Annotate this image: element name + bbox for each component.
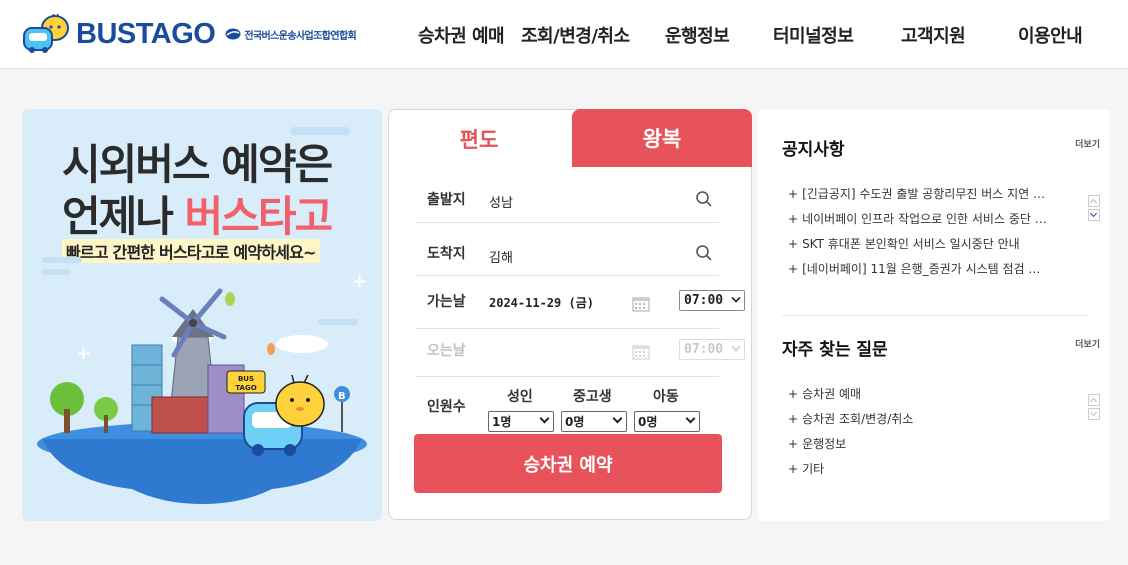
passenger-label: 인원수: [427, 399, 466, 415]
balloon-icon: [267, 343, 275, 355]
adult-count-value: 1명: [492, 415, 512, 429]
site-header: BUSTAGO 전국버스운송사업조합연합회 승차권 예매 조회/변경/취소 운행…: [0, 0, 1128, 69]
arrival-label: 도착지: [427, 246, 466, 262]
go-date-label: 가는날: [427, 294, 466, 310]
nav-ticket-booking[interactable]: 승차권 예매: [418, 22, 505, 48]
svg-text:TAGO: TAGO: [235, 384, 256, 392]
go-time-select[interactable]: 07:00: [679, 290, 745, 311]
association-emblem-icon: [225, 28, 241, 40]
scroll-down-icon[interactable]: [1088, 408, 1100, 420]
search-icon[interactable]: [695, 190, 713, 208]
departure-field[interactable]: 출발지 성남: [415, 170, 719, 223]
bustago-logo[interactable]: BUSTAGO 전국버스운송사업조합연합회: [22, 12, 357, 56]
sparkle-icon: +: [76, 343, 91, 364]
notices-title: 공지사항: [782, 140, 845, 160]
chevron-down-icon: [612, 413, 623, 424]
balloon-icon: [225, 292, 235, 306]
departure-date-field: 가는날 2024-11-29 (금) 07:00: [415, 276, 745, 329]
arrival-field[interactable]: 도착지 김해: [415, 223, 719, 276]
scroll-up-icon[interactable]: [1088, 394, 1100, 406]
departure-value[interactable]: 성남: [489, 192, 513, 211]
adult-label: 성인: [507, 389, 533, 405]
notices-scroll-controls: [1088, 195, 1100, 223]
return-time-value: 07:00: [684, 342, 724, 357]
notice-item[interactable]: + [긴급공지] 수도권 출발 공항리무진 버스 지연 …: [788, 185, 1073, 210]
faq-list: + 승차권 예매 + 승차권 조회/변경/취소 + 운행정보 + 기타: [788, 385, 1073, 485]
notice-item-text: 네이버페이 인프라 작업으로 인한 서비스 중단 …: [802, 212, 1047, 226]
reserve-button[interactable]: 승차권 예약: [414, 434, 722, 493]
faq-item-text: 승차권 예매: [802, 387, 862, 401]
association-logo: 전국버스운송사업조합연합회: [225, 27, 357, 42]
nav-usage-guide[interactable]: 이용안내: [1018, 22, 1083, 48]
info-panel: 공지사항 더보기 + [긴급공지] 수도권 출발 공항리무진 버스 지연 … + 네…: [758, 109, 1110, 521]
tab-round-trip[interactable]: 왕복: [572, 109, 752, 167]
logo-text: BUSTAGO: [76, 17, 216, 50]
nav-route-info[interactable]: 운행정보: [665, 22, 730, 48]
departure-label: 출발지: [427, 192, 466, 208]
student-count-select[interactable]: 0명: [561, 411, 627, 432]
bus-sign-text: BUS: [238, 375, 254, 383]
tab-one-way[interactable]: 편도: [389, 110, 569, 168]
return-time-select[interactable]: 07:00: [679, 339, 745, 360]
faq-item[interactable]: + 승차권 조회/변경/취소: [788, 410, 1073, 435]
child-count-value: 0명: [638, 415, 658, 429]
chevron-down-icon: [731, 293, 741, 303]
bus-mascot-logo-icon: [23, 14, 69, 53]
arrival-value[interactable]: 김해: [489, 247, 513, 266]
faq-title: 자주 찾는 질문: [782, 340, 888, 360]
search-icon[interactable]: [695, 244, 713, 262]
child-count-select[interactable]: 0명: [634, 411, 700, 432]
nav-lookup-change-cancel[interactable]: 조회/변경/취소: [521, 22, 630, 48]
faq-scroll-controls: [1088, 394, 1100, 422]
calendar-icon[interactable]: [632, 344, 650, 360]
scroll-up-icon[interactable]: [1088, 195, 1100, 207]
chevron-down-icon: [539, 413, 550, 424]
faq-item-text: 승차권 조회/변경/취소: [802, 412, 914, 426]
faq-item-text: 기타: [802, 462, 825, 476]
notice-item-text: [긴급공지] 수도권 출발 공항리무진 버스 지연 …: [802, 187, 1046, 201]
notice-item-text: SKT 휴대폰 본인확인 서비스 일시중단 안내: [802, 237, 1020, 251]
return-date-field: 오는날 07:00: [415, 324, 745, 377]
sparkle-icon: +: [352, 271, 367, 292]
association-name: 전국버스운송사업조합연합회: [244, 30, 357, 42]
banner-illustration: + + + B BUS TAGO: [37, 127, 367, 504]
go-date-value[interactable]: 2024-11-29 (금): [489, 294, 594, 311]
chevron-down-icon: [731, 342, 741, 352]
nav-terminal-info[interactable]: 터미널정보: [773, 22, 854, 48]
faq-item[interactable]: + 기타: [788, 460, 1073, 485]
notice-item-text: [네이버페이] 11월 은행_증권가 시스템 점검 …: [802, 262, 1041, 276]
booking-form: 편도 왕복 출발지 성남 도착지 김해 가는날 2024-11-29 (금) 0…: [388, 109, 752, 520]
faq-item[interactable]: + 운행정보: [788, 435, 1073, 460]
section-divider: [782, 315, 1088, 316]
notice-item[interactable]: + 네이버페이 인프라 작업으로 인한 서비스 중단 …: [788, 210, 1073, 235]
notice-item[interactable]: + SKT 휴대폰 본인확인 서비스 일시중단 안내: [788, 235, 1073, 260]
child-label: 아동: [653, 389, 679, 405]
faq-item-text: 운행정보: [802, 437, 847, 451]
notices-more-link[interactable]: 더보기: [1075, 137, 1100, 150]
student-count-value: 0명: [565, 415, 585, 429]
student-label: 중고생: [573, 389, 612, 405]
return-date-label: 오는날: [427, 343, 466, 359]
go-time-value: 07:00: [684, 293, 724, 308]
calendar-icon[interactable]: [632, 296, 650, 312]
faq-item[interactable]: + 승차권 예매: [788, 385, 1073, 410]
notice-item[interactable]: + [네이버페이] 11월 은행_증권가 시스템 점검 …: [788, 260, 1073, 285]
chevron-down-icon: [685, 413, 696, 424]
nav-customer-support[interactable]: 고객지원: [901, 22, 966, 48]
notices-list: + [긴급공지] 수도권 출발 공항리무진 버스 지연 … + 네이버페이 인프라 …: [788, 185, 1073, 285]
svg-text:B: B: [338, 391, 346, 402]
scroll-down-icon[interactable]: [1088, 209, 1100, 221]
faq-more-link[interactable]: 더보기: [1075, 337, 1100, 350]
adult-count-select[interactable]: 1명: [488, 411, 554, 432]
promo-banner[interactable]: 시외버스 예약은 언제나 버스타고 빠르고 간편한 버스타고로 예약하세요~ +…: [22, 109, 382, 521]
